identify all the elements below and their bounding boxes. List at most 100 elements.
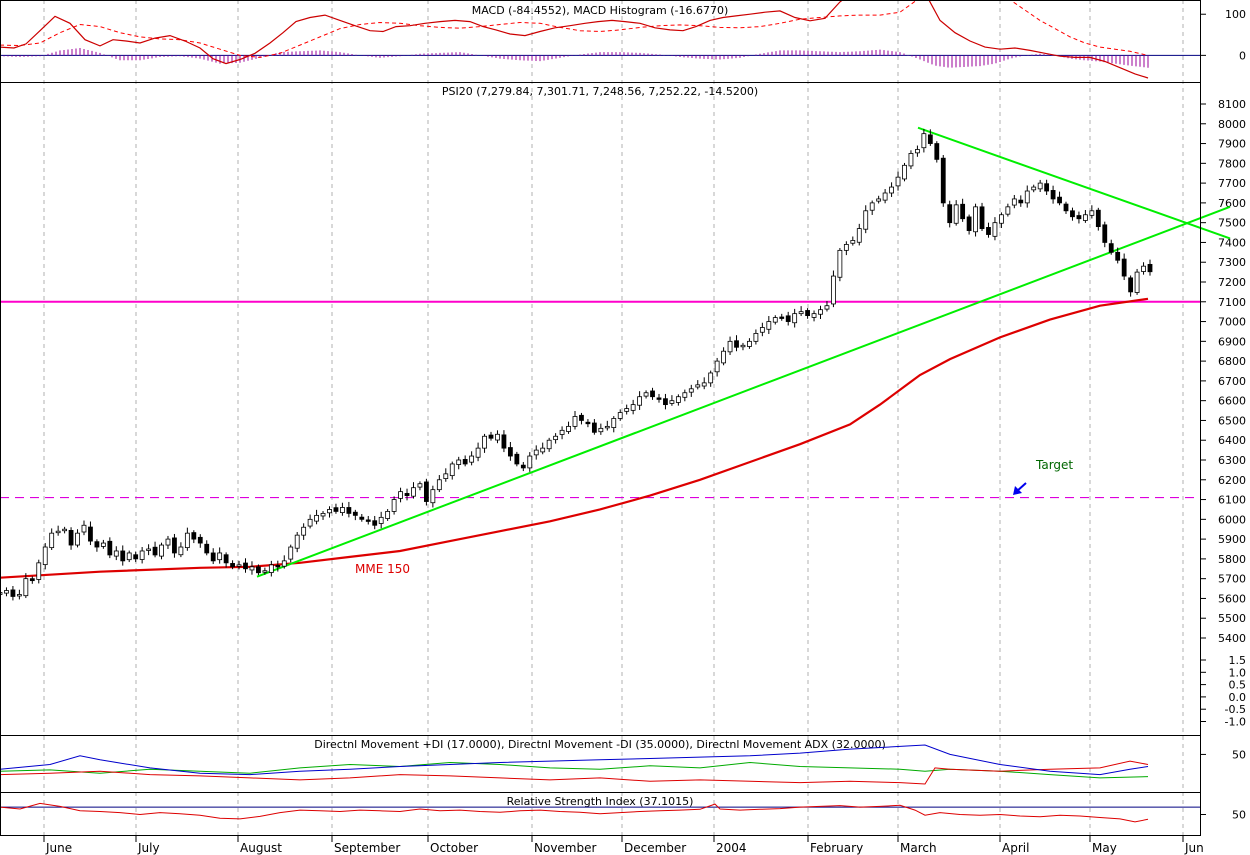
price-y-tick-label: 6300 (1218, 454, 1246, 467)
candle-body (986, 227, 991, 235)
candle-body (456, 459, 462, 465)
candle-body (1095, 209, 1101, 228)
candle-body (462, 459, 468, 465)
candle-body (701, 382, 707, 387)
lower-y-tick-label: -1.0 (1225, 716, 1246, 729)
candle-body (766, 321, 772, 330)
candle-body (68, 530, 74, 546)
candle-body (10, 589, 16, 597)
candle-body (960, 203, 966, 220)
candle-body (818, 309, 823, 315)
candle-body (934, 143, 940, 160)
x-tick-label: 2004 (716, 841, 747, 855)
candle-body (915, 149, 920, 154)
candle-body (320, 513, 326, 517)
candle-body (1050, 190, 1056, 200)
price-y-tick-label: 7700 (1218, 177, 1246, 190)
macd-title: MACD (-84.4552), MACD Histogram (-16.677… (472, 4, 729, 17)
price-y-tick-label: 7000 (1218, 316, 1246, 329)
candle-body (527, 455, 533, 469)
candle-body (482, 435, 487, 449)
price-y-tick-label: 6200 (1218, 474, 1246, 487)
candle-body (1024, 190, 1030, 204)
candle-body (656, 397, 662, 400)
price-y-tick-label: 7500 (1218, 217, 1246, 230)
candle-body (734, 340, 739, 348)
lower-y-tick-label: 0.5 (1229, 679, 1247, 692)
price-y-tick-label: 6400 (1218, 434, 1246, 447)
price-y-tick-label: 6800 (1218, 355, 1246, 368)
candle-body (1063, 203, 1069, 212)
x-tick-label: December (624, 841, 686, 855)
candle-body (1141, 265, 1146, 272)
candle-body (663, 398, 668, 406)
candle-body (863, 210, 869, 230)
candle-body (88, 526, 93, 542)
candle-body (268, 564, 274, 573)
x-tick-label: October (430, 841, 478, 855)
candle-body (966, 216, 972, 231)
candle-body (243, 562, 248, 570)
candle-body (184, 532, 190, 549)
x-tick-label: April (1002, 841, 1029, 855)
candle-body (1057, 196, 1062, 204)
candle-body (540, 447, 546, 453)
candle-body (514, 453, 520, 465)
candle-body (294, 534, 300, 549)
candle-body (281, 560, 287, 567)
candle-body (340, 507, 345, 514)
candle-body (288, 546, 294, 560)
candle-body (940, 157, 946, 204)
candle-body (449, 463, 455, 477)
candle-body (617, 412, 623, 419)
candle-body (365, 519, 371, 522)
candle-body (120, 550, 126, 562)
rsi-title: Relative Strength Index (37.1015) (507, 795, 694, 808)
candle-body (624, 408, 630, 412)
candle-body (869, 202, 875, 211)
candle-body (1115, 251, 1121, 261)
candle-body (889, 186, 894, 194)
candle-body (566, 425, 571, 432)
price-y-tick-label: 5700 (1218, 573, 1246, 586)
candle-body (352, 511, 358, 516)
candle-body (579, 414, 584, 421)
candle-body (1070, 210, 1075, 218)
candle-body (721, 350, 726, 364)
candle-body (275, 565, 281, 568)
candle-body (146, 548, 151, 551)
candle-body (16, 594, 22, 597)
lower-y-tick-label: 1.5 (1229, 654, 1247, 667)
candle-body (159, 544, 164, 557)
candle-body (1044, 183, 1050, 192)
candle-body (378, 516, 384, 524)
candle-body (4, 590, 9, 594)
candle-body (882, 192, 888, 201)
candle-body (611, 418, 617, 428)
candle-body (178, 546, 184, 556)
candle-body (507, 447, 513, 457)
candle-body (29, 578, 35, 582)
candle-body (204, 543, 210, 554)
candle-body (94, 541, 100, 548)
candle-body (100, 542, 106, 547)
candle-body (217, 552, 223, 561)
candle-body (785, 315, 791, 322)
candle-body (533, 449, 539, 456)
x-tick-label: September (334, 841, 400, 855)
candle-body (824, 305, 830, 310)
candle-body (197, 536, 203, 544)
price-y-tick-label: 7600 (1218, 197, 1246, 210)
price-y-tick-label: 5500 (1218, 612, 1246, 625)
price-y-tick-label: 5600 (1218, 592, 1246, 605)
candle-body (643, 392, 649, 397)
candle-body (372, 520, 378, 526)
candle-body (81, 524, 87, 533)
candle-body (927, 134, 933, 144)
candle-body (398, 491, 403, 499)
x-tick-label: July (137, 841, 160, 855)
candle-body (708, 372, 714, 384)
candle-body (165, 538, 171, 546)
candle-body (36, 562, 42, 580)
price-y-tick-label: 5800 (1218, 553, 1246, 566)
